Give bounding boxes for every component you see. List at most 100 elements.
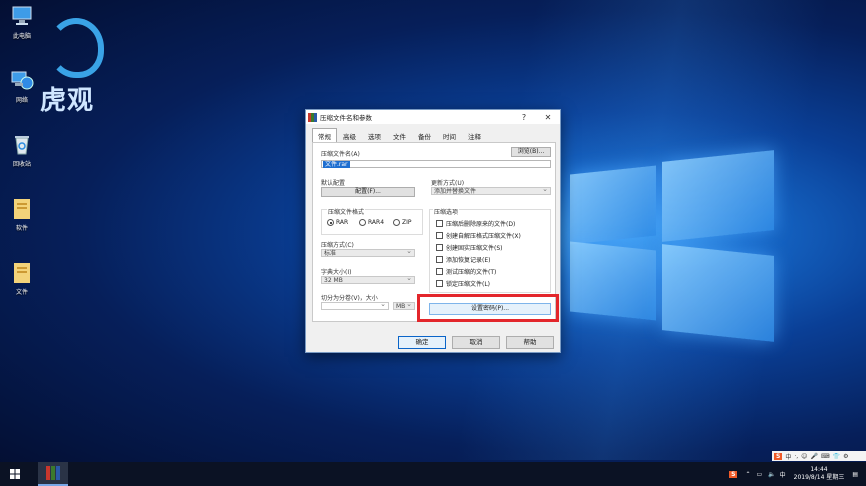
notification-icon[interactable]: ▤ — [852, 471, 858, 478]
sogou-icon[interactable]: S — [774, 452, 783, 460]
method-select[interactable]: 标准 — [321, 248, 415, 257]
start-button[interactable] — [0, 462, 30, 486]
clock-time: 14:44 — [810, 466, 828, 473]
folder-icon — [10, 260, 34, 284]
archive-name-label: 压缩文件名(A) — [321, 151, 360, 158]
format-option-label: RAR4 — [368, 219, 385, 226]
tab-files[interactable]: 文件 — [387, 128, 412, 142]
desktop-icon-label: 网络 — [15, 97, 28, 104]
tab-general[interactable]: 常规 — [312, 128, 337, 142]
chevron-up-icon[interactable]: ⌃ — [745, 471, 750, 478]
option-solid[interactable]: 创建固实压缩文件(S) — [436, 243, 503, 252]
option-label: 创建固实压缩文件(S) — [446, 245, 503, 252]
checkbox-icon — [436, 220, 443, 227]
checkbox-icon — [436, 256, 443, 263]
clock-date: 2019/8/14 星期三 — [793, 474, 845, 481]
tab-backup[interactable]: 备份 — [412, 128, 437, 142]
cancel-button[interactable]: 取消 — [452, 336, 500, 349]
split-size-input[interactable] — [321, 301, 389, 310]
split-unit-select[interactable]: MB — [393, 301, 415, 310]
desktop-icon-computer[interactable]: 此电脑 — [4, 4, 40, 40]
checkbox-icon — [436, 244, 443, 251]
archive-name-input[interactable]: 文件.rar — [321, 160, 551, 168]
desktop-icon-network[interactable]: 网络 — [4, 68, 40, 104]
browse-button[interactable]: 浏览(B)... — [511, 147, 551, 157]
dialog-title: 压缩文件名和参数 — [320, 114, 372, 122]
ime-emoji-icon[interactable]: ☺ — [801, 453, 807, 460]
tab-comment[interactable]: 注释 — [462, 128, 487, 142]
winrar-icon — [308, 112, 317, 122]
method-label: 压缩方式(C) — [321, 242, 354, 249]
option-label: 测试压缩的文件(T) — [446, 269, 497, 276]
format-radio-rar4[interactable]: RAR4 — [359, 219, 384, 226]
tab-options[interactable]: 选项 — [362, 128, 387, 142]
help-icon[interactable]: ? — [512, 113, 536, 122]
option-delete-after[interactable]: 压缩后删除原来的文件(D) — [436, 219, 515, 228]
option-recovery[interactable]: 添加恢复记录(E) — [436, 255, 490, 264]
radio-icon — [327, 219, 334, 226]
radio-icon — [393, 219, 400, 226]
desktop-icon-recycle-bin[interactable]: 回收站 — [4, 132, 40, 168]
desktop-icon-label: 回收站 — [12, 161, 31, 168]
brand-text: 虎观 — [40, 86, 95, 116]
tab-advanced[interactable]: 高级 — [337, 128, 362, 142]
option-label: 添加恢复记录(E) — [446, 257, 491, 264]
option-label: 压缩后删除原来的文件(D) — [446, 221, 516, 228]
ok-button[interactable]: 确定 — [398, 336, 446, 349]
ime-tray-label[interactable]: 中 — [780, 470, 786, 479]
update-mode-label: 更新方式(U) — [431, 180, 465, 187]
ime-keyboard-icon[interactable]: ⌨ — [821, 453, 830, 460]
options-group-label: 压缩选项 — [433, 207, 460, 216]
archive-name-value: 文件.rar — [323, 161, 350, 168]
desktop-icon-software[interactable]: 软件 — [4, 196, 40, 232]
format-option-label: ZIP — [402, 219, 412, 226]
profiles-label: 默认配置 — [321, 180, 346, 187]
recycle-bin-icon — [10, 132, 34, 156]
ime-settings-icon[interactable]: ⚙ — [843, 453, 848, 460]
option-label: 创建自解压格式压缩文件(X) — [446, 233, 521, 240]
taskbar: S ⌃ ▭ 🔈 中 14:44 2019/8/14 星期三 ▤ — [0, 462, 866, 486]
folder-icon — [10, 196, 34, 220]
desktop-icon-files[interactable]: 文件 — [4, 260, 40, 296]
format-radio-zip[interactable]: ZIP — [393, 219, 412, 226]
update-mode-select[interactable]: 添加并替换文件 — [431, 186, 551, 195]
radio-icon — [359, 219, 366, 226]
format-radio-rar[interactable]: RAR — [327, 219, 348, 226]
checkbox-icon — [436, 232, 443, 239]
ime-lang[interactable]: 中 — [785, 452, 791, 461]
winrar-icon — [46, 466, 60, 480]
dict-label: 字典大小(I) — [321, 269, 352, 276]
taskbar-winrar[interactable] — [38, 462, 68, 486]
split-label: 切分为分卷(V)，大小 — [321, 295, 378, 302]
tab-bar: 常规 高级 选项 文件 备份 时间 注释 — [306, 124, 560, 142]
brand-logo: 虎观 — [38, 18, 118, 116]
checkbox-icon — [436, 268, 443, 275]
brand-swirl-icon — [48, 18, 104, 78]
option-lock[interactable]: 锁定压缩文件(L) — [436, 279, 490, 288]
desktop-icon-label: 此电脑 — [12, 33, 31, 40]
ime-punct-icon[interactable]: ·, — [794, 453, 798, 460]
dict-select[interactable]: 32 MB — [321, 275, 415, 284]
profiles-button[interactable]: 配置(F)... — [321, 187, 415, 197]
desktop-icon-label: 软件 — [15, 225, 28, 232]
format-group-label: 压缩文件格式 — [327, 207, 366, 216]
windows-start-icon — [10, 469, 20, 479]
option-test[interactable]: 测试压缩的文件(T) — [436, 267, 496, 276]
windows-logo — [560, 150, 792, 350]
ime-skin-icon[interactable]: 👕 — [833, 453, 840, 460]
format-option-label: RAR — [336, 219, 349, 226]
ime-mic-icon[interactable]: 🎤 — [810, 453, 817, 460]
ime-toolbar[interactable]: S 中 ·, ☺ 🎤 ⌨ 👕 ⚙ — [772, 451, 866, 461]
tab-time[interactable]: 时间 — [437, 128, 462, 142]
option-label: 锁定压缩文件(L) — [446, 281, 491, 288]
volume-icon[interactable]: 🔈 — [768, 471, 775, 478]
clock[interactable]: 14:44 2019/8/14 星期三 — [794, 466, 845, 482]
help-button[interactable]: 帮助 — [506, 336, 554, 349]
sogou-tray-icon[interactable]: S — [729, 470, 738, 478]
option-sfx[interactable]: 创建自解压格式压缩文件(X) — [436, 231, 521, 240]
computer-icon — [10, 4, 34, 28]
close-icon[interactable]: ✕ — [536, 113, 560, 122]
system-tray: S ⌃ ▭ 🔈 中 14:44 2019/8/14 星期三 ▤ — [729, 462, 866, 486]
network-tray-icon[interactable]: ▭ — [756, 471, 762, 478]
dialog-titlebar[interactable]: 压缩文件名和参数 ? ✕ — [306, 110, 560, 124]
